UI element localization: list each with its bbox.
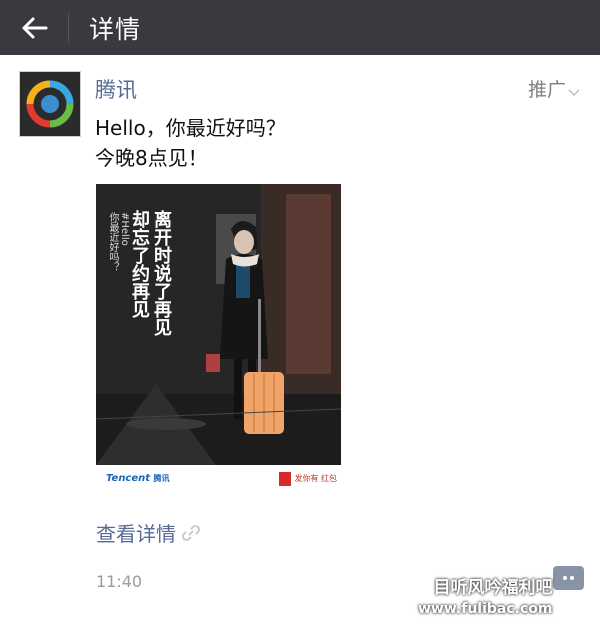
poster-calligraphy: 离开时说了再见 却忘了约再见	[128, 210, 172, 336]
poster-side-line: 你最近好吗？	[107, 212, 118, 272]
poster-scene: #Hello 你最近好吗？ 离开时说了再见 却忘了约再见	[96, 184, 341, 465]
post-time: 11:40	[96, 572, 143, 591]
tencent-brand: Tencent 腾讯	[106, 473, 170, 484]
poster-footer: Tencent 腾讯 发你有 红包	[96, 465, 341, 492]
author-name[interactable]: 腾讯	[95, 74, 137, 104]
poster-calligraphy-line: 却忘了约再见	[129, 210, 150, 318]
top-bar: 详情	[0, 0, 600, 55]
tencent-logo-icon	[22, 74, 78, 134]
post-text-line: Hello，你最近好吗？	[95, 116, 286, 140]
redpack-text: 发你有 红包	[294, 474, 337, 483]
poster-side-text: #Hello 你最近好吗？	[106, 212, 130, 272]
post-text: Hello，你最近好吗？ 今晚8点见！	[95, 113, 286, 173]
brand-en: Tencent	[106, 473, 151, 484]
poster-calligraphy-line: 离开时说了再见	[151, 210, 172, 336]
arrow-left-icon	[22, 17, 48, 38]
chevron-down-icon[interactable]	[568, 82, 580, 101]
back-button[interactable]	[0, 0, 68, 55]
promo-label: 推广	[527, 79, 566, 101]
comment-button[interactable]	[553, 566, 584, 590]
comment-dot-icon	[563, 576, 567, 580]
post-text-line: 今晚8点见！	[95, 146, 208, 170]
post-image[interactable]: #Hello 你最近好吗？ 离开时说了再见 却忘了约再见 Tencent 腾讯 …	[96, 184, 341, 492]
header-divider	[68, 12, 69, 43]
comment-dot-icon	[570, 576, 574, 580]
redpack-badge: 发你有 红包	[279, 471, 337, 486]
avatar[interactable]	[19, 71, 81, 137]
link-icon	[182, 524, 200, 541]
watermark-line: 目听风吟福利吧	[433, 578, 553, 598]
page-title: 详情	[89, 14, 142, 44]
brand-cn: 腾讯	[153, 474, 170, 483]
watermark: 目听风吟福利吧 www.fulibac.com	[418, 578, 552, 620]
view-details-label: 查看详情	[96, 522, 176, 546]
view-details-link[interactable]: 查看详情	[96, 518, 202, 547]
watermark-line: www.fulibac.com	[418, 601, 553, 617]
red-envelope-icon	[279, 471, 292, 486]
